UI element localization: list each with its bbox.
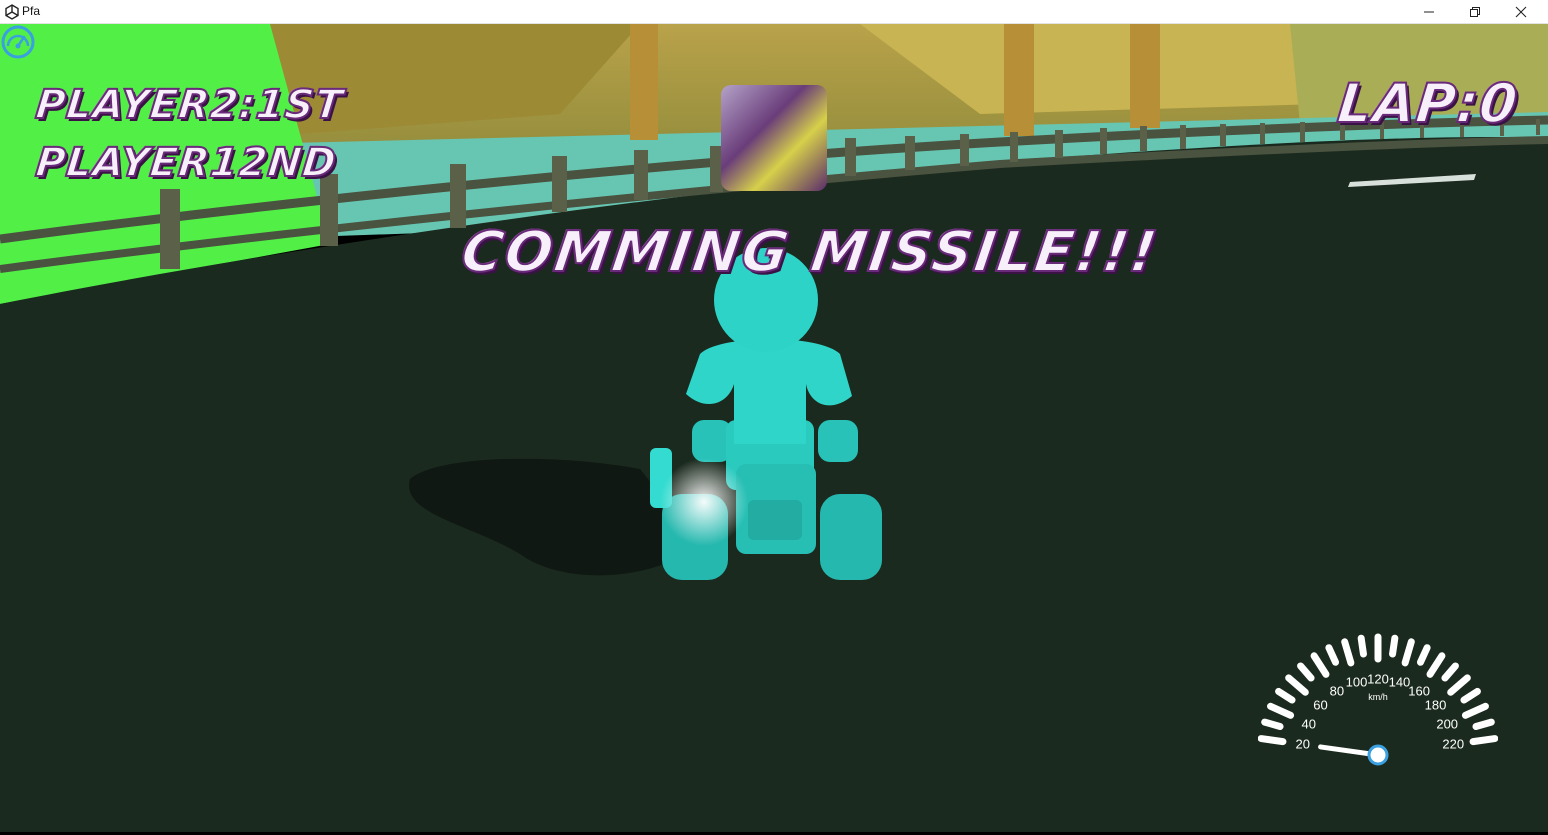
speedometer-label: 80 (1329, 683, 1345, 699)
speedometer-label: 60 (1313, 697, 1328, 713)
rank-line-2: PLAYER12ND (33, 139, 340, 187)
speedometer-label: 140 (1388, 674, 1411, 690)
close-icon (1515, 6, 1527, 18)
speedometer-hub (1367, 744, 1389, 766)
speedometer-tick (1447, 674, 1471, 696)
speedometer-tick (1341, 638, 1355, 667)
speedometer-label: 120 (1367, 671, 1389, 687)
speedometer-gauge (1258, 633, 1498, 766)
speedometer-tick (1258, 735, 1287, 746)
speedometer-label: 100 (1345, 674, 1368, 690)
unity-icon (5, 4, 19, 20)
wooden-post (1130, 24, 1160, 128)
speedometer-tick (1261, 718, 1284, 731)
speedometer-tick (1310, 652, 1330, 678)
speedometer-label: 20 (1295, 736, 1310, 752)
speedometer-tick (1461, 702, 1489, 719)
restore-button[interactable] (1452, 0, 1498, 24)
game-viewport[interactable]: PLAYER2:1ST PLAYER12ND LAP:0 COMMING MIS… (0, 24, 1548, 832)
restore-icon (1470, 7, 1480, 17)
speedometer: 20 40 60 80 100 120 140 160 180 200 220 km/h (1258, 620, 1498, 835)
speedometer-tick (1275, 687, 1296, 704)
speedometer-tick (1416, 644, 1431, 666)
exhaust-glow (660, 458, 748, 546)
speedometer-tick (1401, 638, 1415, 667)
speedometer-tick (1297, 662, 1315, 682)
item-slot (721, 85, 827, 191)
speedometer-label: 220 (1442, 736, 1465, 752)
minimize-button[interactable] (1406, 0, 1452, 24)
speedometer-tick (1472, 718, 1495, 731)
speedometer-tick (1469, 735, 1498, 746)
rank-line-1: PLAYER2:1ST (33, 81, 347, 129)
speedometer-tick (1267, 702, 1295, 719)
close-button[interactable] (1498, 0, 1544, 24)
speedometer-label: 200 (1436, 716, 1459, 732)
speedometer-tick (1426, 652, 1446, 678)
speedometer-tick (1357, 634, 1367, 658)
speedometer-tick (1441, 662, 1459, 682)
minimize-icon (1424, 11, 1434, 13)
speedometer-label: 160 (1408, 683, 1431, 699)
speedometer-label: 180 (1424, 697, 1447, 713)
wooden-post (630, 24, 658, 140)
speedometer-tick (1389, 634, 1399, 658)
title-bar: Pfa (0, 0, 1548, 24)
speedometer-tick (1460, 687, 1481, 704)
speedometer-tick (1285, 674, 1309, 696)
wooden-post (1004, 24, 1034, 136)
window-title: Pfa (22, 4, 41, 18)
lap-counter: LAP:0 (1334, 71, 1523, 136)
speedometer-label: 40 (1301, 716, 1317, 732)
speedometer-unit: km/h (1368, 692, 1388, 702)
speedometer-icon[interactable] (0, 24, 36, 60)
speedometer-tick (1325, 644, 1340, 666)
missile-warning: COMMING MISSILE!!! (456, 219, 1163, 286)
